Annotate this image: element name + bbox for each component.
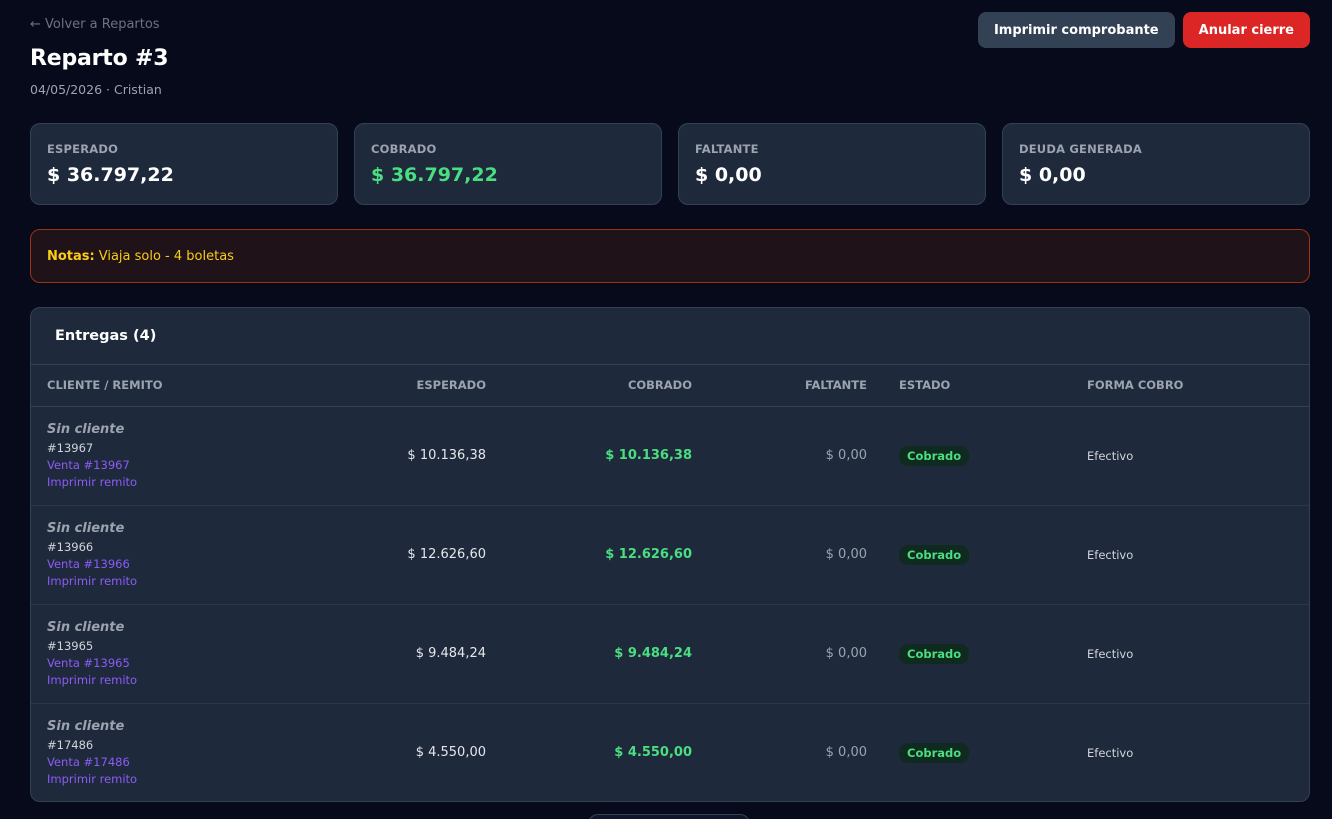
missing-amount: $ 0,00 — [825, 448, 867, 463]
sale-link[interactable]: Venta #13965 — [47, 656, 218, 670]
payment-method: Efectivo — [1087, 448, 1134, 463]
notes-label: Notas: — [47, 248, 95, 264]
status-cell: Cobrado — [883, 604, 1071, 703]
print-remito-link[interactable]: Imprimir remito — [47, 574, 218, 588]
column-header-expected: ESPERADO — [234, 365, 502, 407]
table-row: Sin cliente #13966 Venta #13966 Imprimir… — [31, 505, 1309, 604]
payment-method: Efectivo — [1087, 745, 1134, 760]
expected-amount: $ 4.550,00 — [415, 745, 486, 761]
expected-amount: $ 9.484,24 — [415, 646, 486, 661]
print-receipt-button[interactable]: Imprimir comprobante — [977, 12, 1175, 48]
collected-amount: $ 4.550,00 — [614, 745, 692, 761]
expected-amount: $ 12.626,60 — [407, 547, 486, 562]
stat-card-missing: FALTANTE $ 0,00 — [678, 123, 986, 205]
page-title: Reparto #3 — [30, 46, 169, 71]
notes-text: Viaja solo - 4 boletas — [98, 248, 234, 264]
remito-number: #13967 — [47, 441, 94, 455]
stat-label: FALTANTE — [695, 142, 759, 156]
sale-link[interactable]: Venta #17486 — [47, 755, 218, 769]
print-remito-link[interactable]: Imprimir remito — [47, 673, 218, 687]
sale-link[interactable]: Venta #13967 — [47, 458, 218, 472]
status-cell: Cobrado — [883, 505, 1071, 604]
sale-link[interactable]: Venta #13966 — [47, 557, 218, 571]
missing-amount: $ 0,00 — [825, 745, 867, 761]
expected-amount: $ 10.136,38 — [407, 448, 486, 463]
payment-method: Efectivo — [1087, 547, 1134, 562]
page-subtitle: 04/05/2026 · Cristian — [30, 82, 162, 97]
remito-number: #13966 — [47, 540, 94, 554]
remito-number: #13965 — [47, 639, 94, 653]
stat-value: $ 36.797,22 — [47, 164, 174, 186]
status-badge: Cobrado — [899, 643, 970, 664]
deliveries-title: Entregas (4) — [31, 308, 1309, 365]
stat-label: COBRADO — [371, 142, 437, 156]
stat-value: $ 0,00 — [695, 164, 762, 186]
print-remito-link[interactable]: Imprimir remito — [47, 475, 218, 489]
column-header-missing: FALTANTE — [708, 365, 883, 407]
column-header-client: CLIENTE / REMITO — [31, 365, 234, 407]
status-badge: Cobrado — [899, 445, 970, 466]
client-cell: Sin cliente #13965 Venta #13965 Imprimir… — [31, 604, 234, 703]
missing-amount: $ 0,00 — [825, 646, 867, 661]
pagination-control[interactable] — [588, 814, 750, 819]
payment-method: Efectivo — [1087, 646, 1134, 661]
status-cell: Cobrado — [883, 703, 1071, 801]
summary-stats: ESPERADO $ 36.797,22 COBRADO $ 36.797,22… — [30, 123, 1310, 205]
client-name: Sin cliente — [47, 422, 125, 437]
stat-card-debt: DEUDA GENERADA $ 0,00 — [1002, 123, 1310, 205]
table-row: Sin cliente #13967 Venta #13967 Imprimir… — [31, 406, 1309, 505]
client-name: Sin cliente — [47, 620, 125, 635]
print-remito-link[interactable]: Imprimir remito — [47, 772, 218, 786]
deliveries-table: CLIENTE / REMITO ESPERADO COBRADO FALTAN… — [31, 365, 1309, 801]
status-cell: Cobrado — [883, 406, 1071, 505]
reparto-detail-page: ← Volver a Repartos Reparto #3 04/05/202… — [0, 0, 1332, 819]
stat-label: ESPERADO — [47, 142, 119, 156]
table-header-row: CLIENTE / REMITO ESPERADO COBRADO FALTAN… — [31, 365, 1309, 407]
collected-amount: $ 12.626,60 — [605, 547, 692, 562]
table-row: Sin cliente #13965 Venta #13965 Imprimir… — [31, 604, 1309, 703]
status-badge: Cobrado — [899, 742, 970, 763]
stat-label: DEUDA GENERADA — [1019, 142, 1142, 156]
stat-value: $ 36.797,22 — [371, 164, 498, 186]
column-header-method: FORMA COBRO — [1071, 365, 1309, 407]
column-header-collected: COBRADO — [502, 365, 708, 407]
stat-card-collected: COBRADO $ 36.797,22 — [354, 123, 662, 205]
table-row: Sin cliente #17486 Venta #17486 Imprimir… — [31, 703, 1309, 801]
remito-number: #17486 — [47, 738, 94, 753]
client-cell: Sin cliente #17486 Venta #17486 Imprimir… — [31, 703, 234, 801]
collected-amount: $ 10.136,38 — [605, 448, 692, 463]
stat-card-expected: ESPERADO $ 36.797,22 — [30, 123, 338, 205]
client-cell: Sin cliente #13967 Venta #13967 Imprimir… — [31, 406, 234, 505]
missing-amount: $ 0,00 — [825, 547, 867, 562]
back-to-repartos-link[interactable]: ← Volver a Repartos — [30, 17, 160, 32]
header-actions: Imprimir comprobante Anular cierre — [977, 12, 1310, 48]
column-header-status: ESTADO — [883, 365, 1071, 407]
notes-banner: Notas: Viaja solo - 4 boletas — [30, 229, 1310, 283]
client-name: Sin cliente — [47, 719, 125, 735]
collected-amount: $ 9.484,24 — [614, 646, 692, 661]
status-badge: Cobrado — [899, 544, 970, 565]
deliveries-card: Entregas (4) CLIENTE / REMITO ESPERADO C… — [30, 307, 1310, 802]
client-cell: Sin cliente #13966 Venta #13966 Imprimir… — [31, 505, 234, 604]
client-name: Sin cliente — [47, 521, 125, 536]
stat-value: $ 0,00 — [1019, 164, 1086, 186]
annul-closing-button[interactable]: Anular cierre — [1182, 12, 1310, 48]
